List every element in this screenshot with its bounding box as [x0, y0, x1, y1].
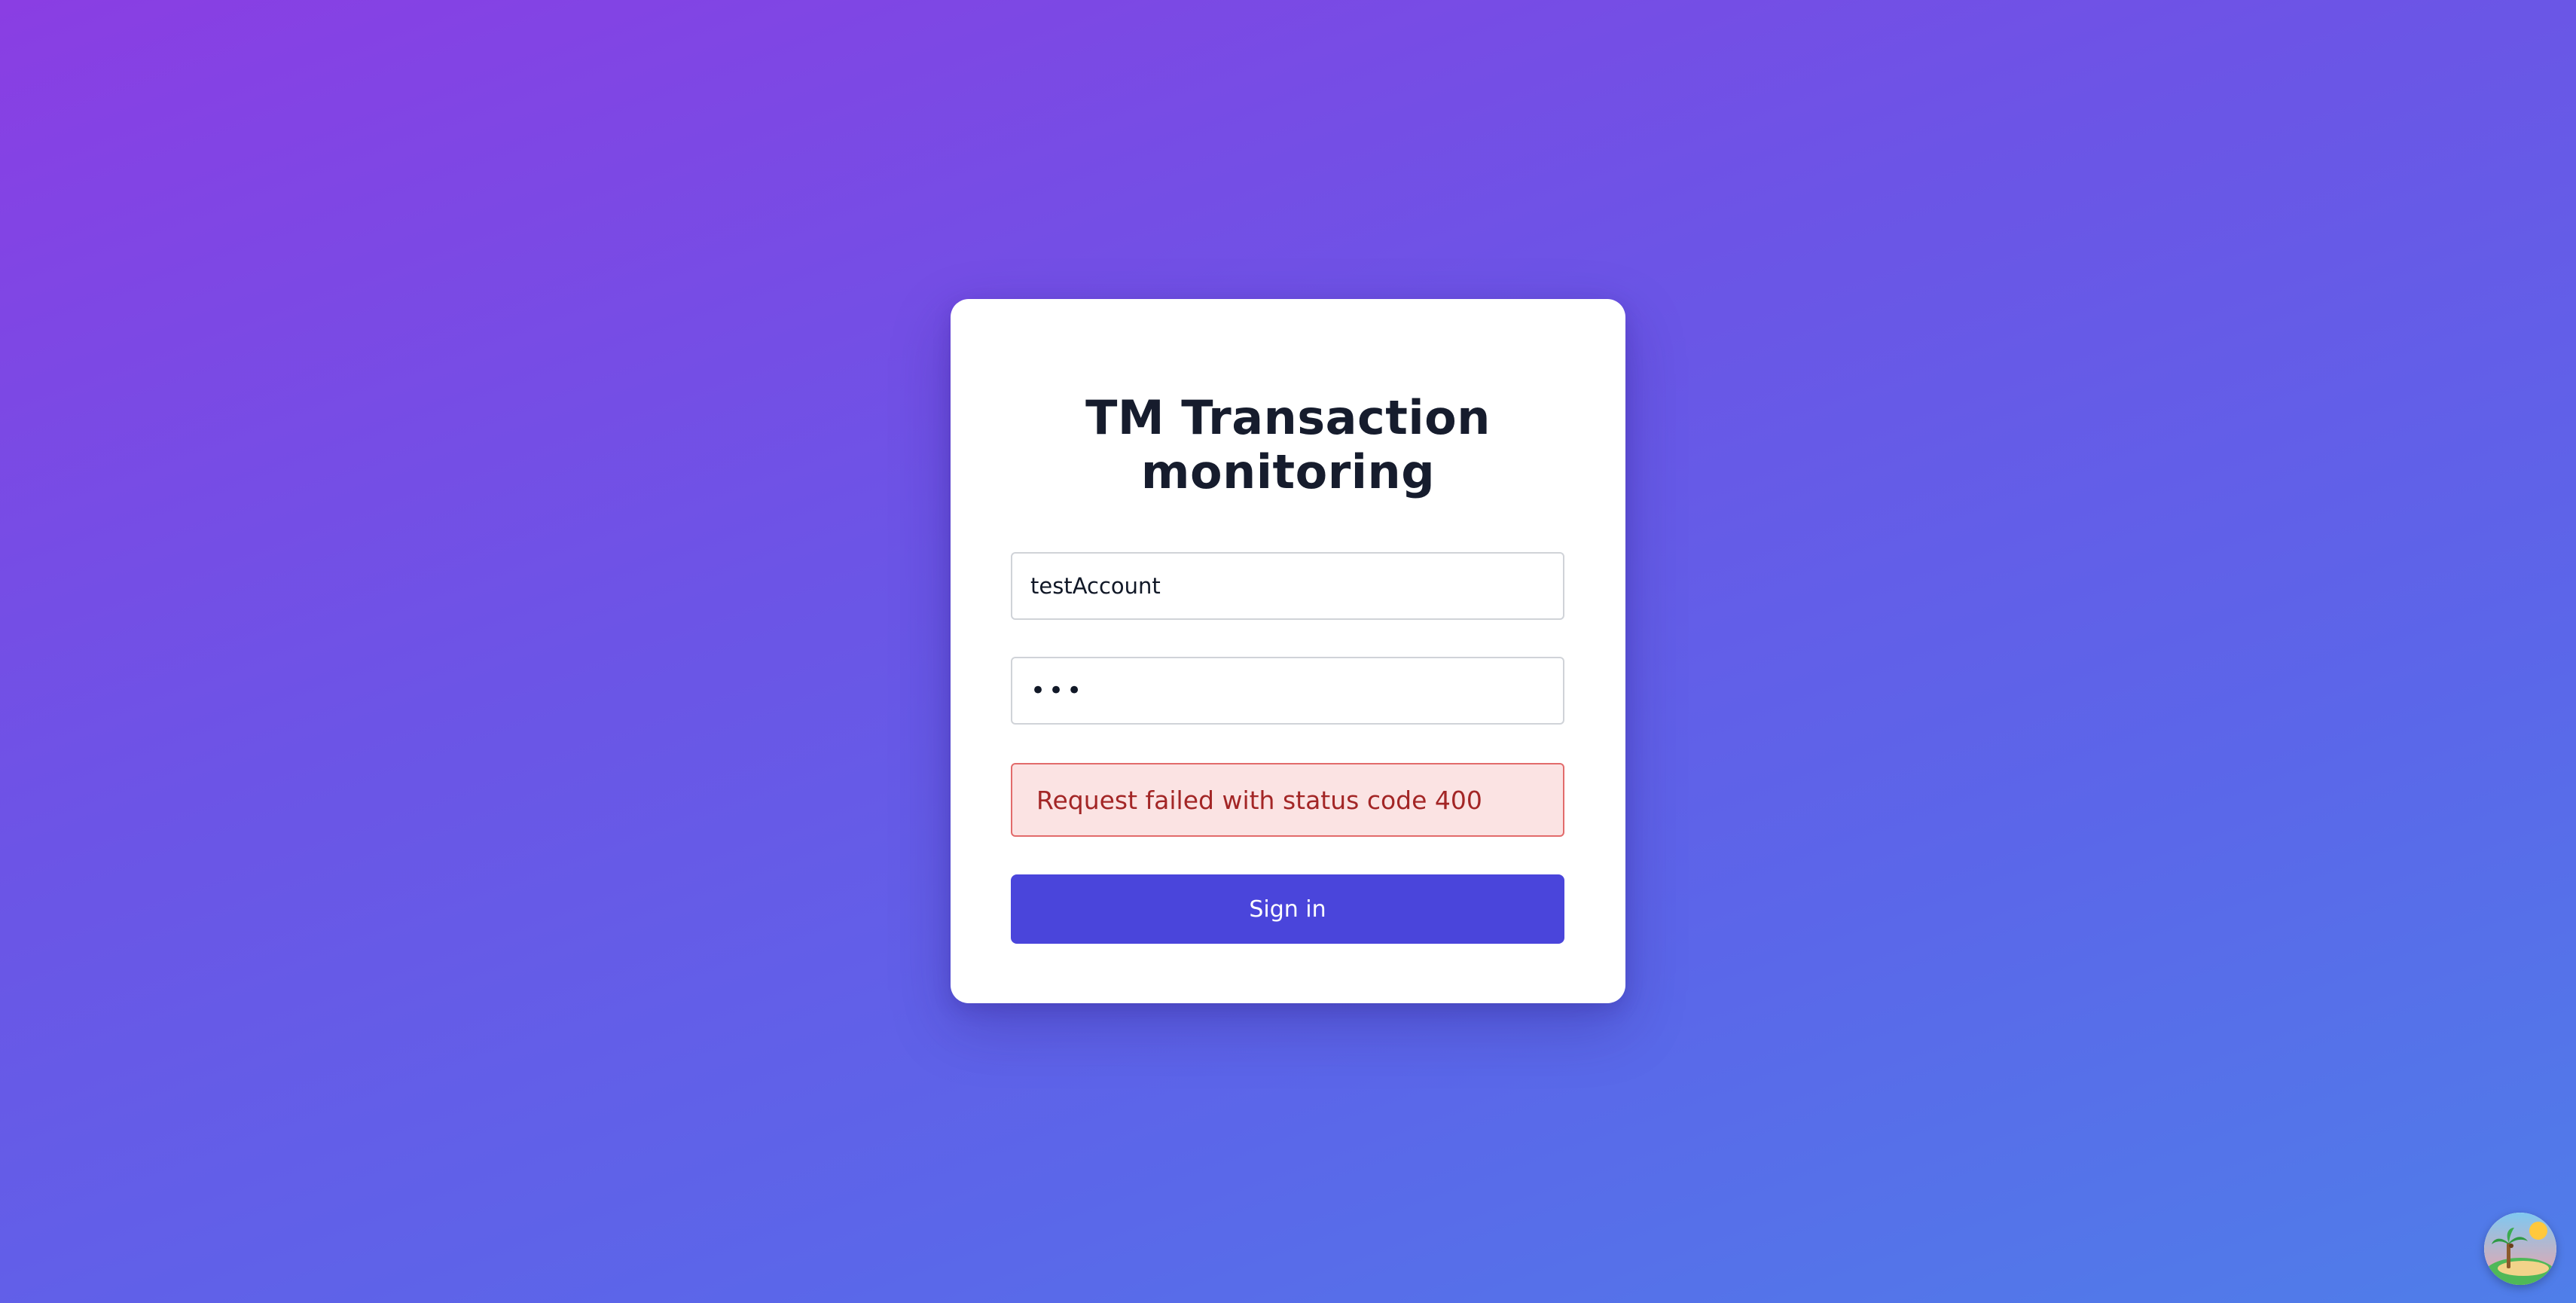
username-input[interactable]	[1011, 552, 1564, 620]
login-card: TM Transaction monitoring Request failed…	[951, 299, 1625, 1003]
sign-in-button[interactable]: Sign in	[1011, 874, 1564, 944]
page-title: TM Transaction monitoring	[1085, 390, 1491, 499]
beach-island-icon-graphic	[2484, 1213, 2556, 1285]
beach-island-icon[interactable]	[2484, 1213, 2556, 1285]
error-message: Request failed with status code 400	[1036, 785, 1482, 815]
password-input[interactable]	[1011, 657, 1564, 725]
error-alert: Request failed with status code 400	[1011, 763, 1564, 837]
